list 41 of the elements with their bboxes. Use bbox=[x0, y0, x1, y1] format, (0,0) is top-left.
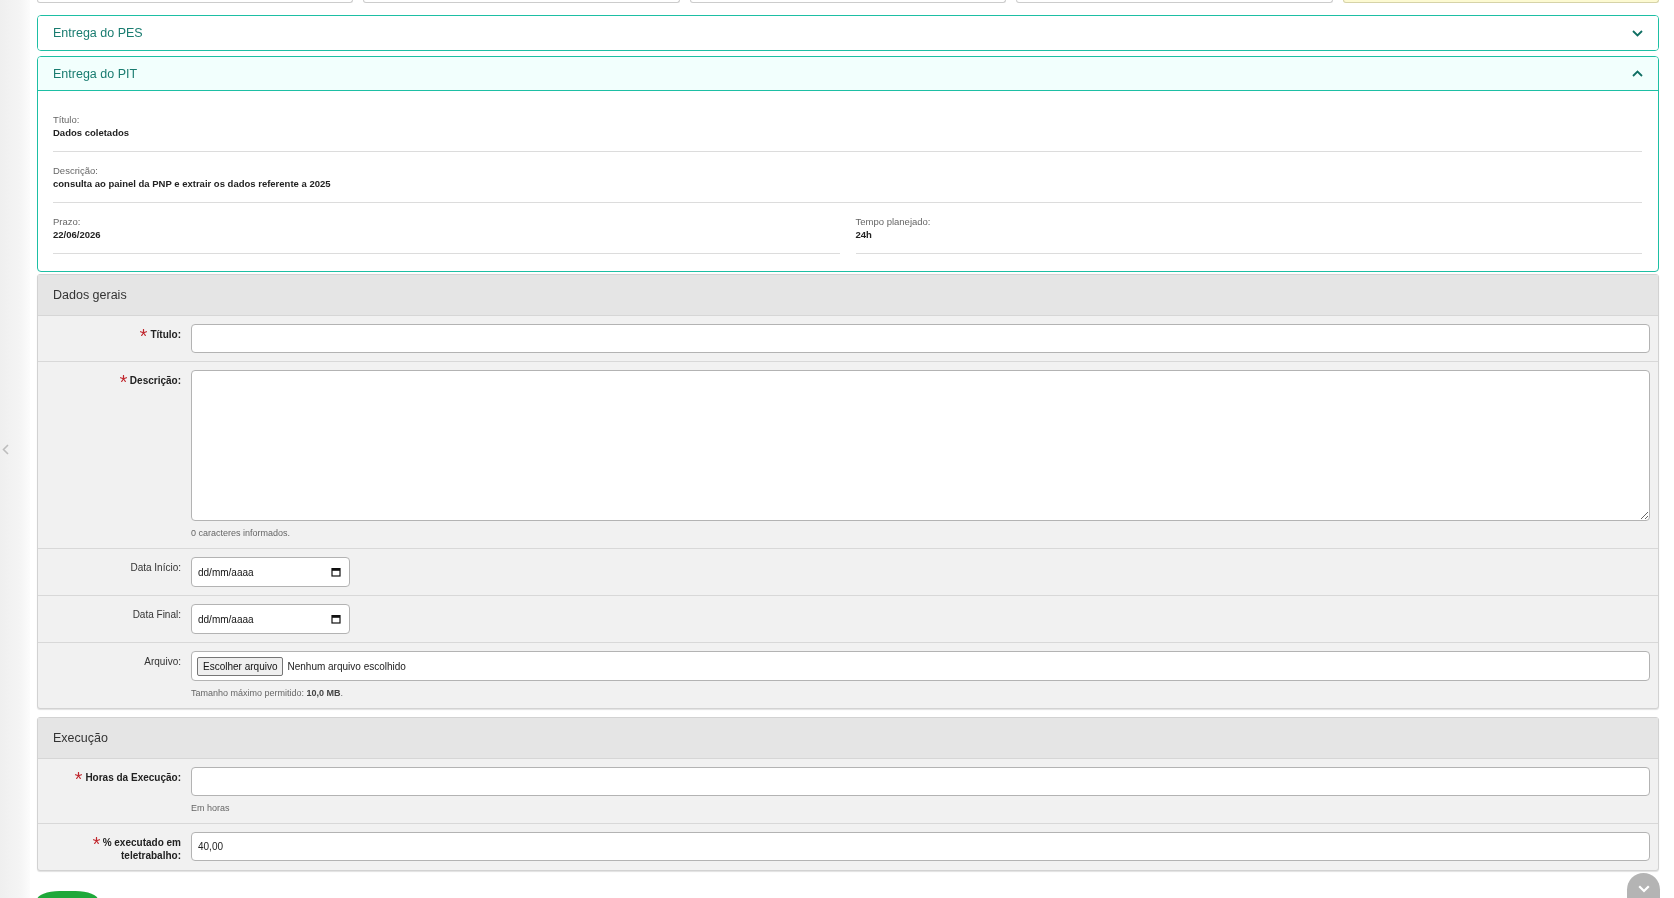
field-label: Título: bbox=[150, 329, 181, 340]
required-asterisk-icon bbox=[140, 329, 148, 336]
field-label: % executado em teletrabalho: bbox=[102, 837, 181, 861]
chevron-up-icon[interactable] bbox=[1632, 70, 1643, 77]
calendar-icon[interactable] bbox=[331, 614, 341, 624]
chevron-down-icon[interactable] bbox=[1632, 29, 1643, 37]
detail-label: Prazo: bbox=[53, 215, 82, 228]
required-asterisk-icon bbox=[119, 375, 127, 382]
scroll-down-button[interactable] bbox=[1627, 873, 1660, 898]
field-label: Data Final: bbox=[132, 609, 181, 620]
accordion-header[interactable]: Entrega do PES bbox=[38, 16, 1658, 50]
input-field[interactable] bbox=[191, 767, 1650, 796]
required-asterisk-icon bbox=[92, 837, 100, 844]
field-label: Data Início: bbox=[130, 562, 181, 573]
field-label: Horas da Execução: bbox=[85, 772, 181, 783]
field-label: Descrição: bbox=[129, 375, 181, 386]
chevron-left-icon[interactable] bbox=[2, 443, 9, 455]
section-title: Execução bbox=[53, 731, 108, 745]
field-hint: 0 caracteres informados. bbox=[191, 527, 292, 540]
detail-value: 22/06/2026 bbox=[53, 228, 102, 241]
textarea-field[interactable] bbox=[191, 370, 1650, 521]
accordion-header[interactable]: Entrega do PIT bbox=[38, 57, 1658, 91]
field-hint: Tamanho máximo permitido: 10,0 MB. bbox=[191, 687, 345, 700]
input-field[interactable]: 40,00 bbox=[191, 832, 1650, 861]
file-status-text: Nenhum arquivo escolhido bbox=[287, 660, 406, 672]
detail-value: 24h bbox=[855, 228, 873, 241]
date-field[interactable]: dd/mm/aaaa bbox=[191, 604, 350, 634]
calendar-icon[interactable] bbox=[331, 567, 341, 577]
detail-value: consulta ao painel da PNP e extrair os dados referente a 2025 bbox=[53, 177, 332, 190]
date-field[interactable]: dd/mm/aaaa bbox=[191, 557, 350, 587]
detail-value: Dados coletados bbox=[53, 126, 131, 139]
section-title: Dados gerais bbox=[53, 288, 127, 302]
choose-file-button[interactable]: Escolher arquivo bbox=[197, 656, 284, 676]
detail-label: Tempo planejado: bbox=[855, 215, 932, 228]
detail-label: Título: bbox=[53, 113, 81, 126]
detail-label: Descrição: bbox=[53, 164, 99, 177]
file-field[interactable]: Escolher arquivo Nenhum arquivo escolhido bbox=[191, 651, 1650, 681]
input-field[interactable] bbox=[191, 324, 1650, 353]
required-asterisk-icon bbox=[75, 772, 83, 779]
field-label: Arquivo: bbox=[144, 656, 181, 667]
field-hint: Em horas bbox=[191, 802, 231, 815]
